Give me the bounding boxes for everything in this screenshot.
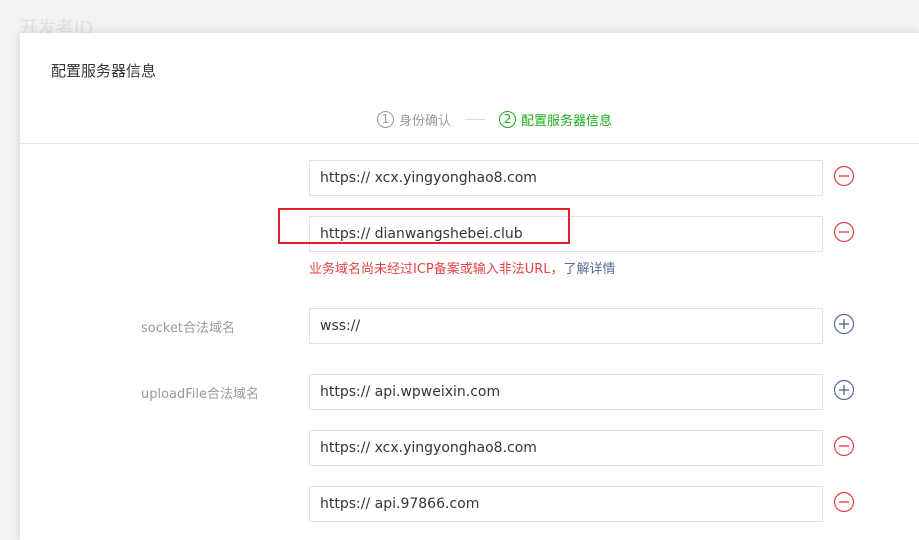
annotation-highlight-box <box>278 208 570 244</box>
plus-circle-icon <box>833 379 855 401</box>
socket-domain-value: wss:// <box>320 318 361 334</box>
remove-upload-domain-button-2[interactable] <box>833 435 855 457</box>
error-message-text: 业务域名尚未经过ICP备案或输入非法URL， <box>309 262 564 277</box>
upload-domain-value-3: https:// api.97866.com <box>320 496 480 512</box>
upload-domain-input-3[interactable]: https:// api.97866.com <box>309 486 823 522</box>
remove-domain-button-1[interactable] <box>833 165 855 187</box>
add-upload-domain-button[interactable] <box>833 379 855 401</box>
socket-domain-input[interactable]: wss:// <box>309 308 823 344</box>
header-divider <box>20 143 919 144</box>
upload-domain-value-2: https:// xcx.yingyonghao8.com <box>320 440 537 456</box>
learn-more-link[interactable]: 了解详情 <box>564 262 616 277</box>
minus-circle-icon <box>833 435 855 457</box>
step-identity: 1 身份确认 <box>377 110 451 129</box>
add-socket-domain-button[interactable] <box>833 313 855 335</box>
upload-domain-label: uploadFile合法域名 <box>141 387 260 402</box>
step-label-2: 配置服务器信息 <box>521 113 613 129</box>
upload-domain-input-1[interactable]: https:// api.wpweixin.com <box>309 374 823 410</box>
request-domain-value-1: https:// xcx.yingyonghao8.com <box>320 170 537 186</box>
step-config-server: 2 配置服务器信息 <box>499 110 612 129</box>
minus-circle-icon <box>833 165 855 187</box>
dialog-title: 配置服务器信息 <box>51 62 157 80</box>
upload-domain-value-1: https:// api.wpweixin.com <box>320 384 501 400</box>
step-connector <box>465 118 486 120</box>
upload-domain-input-2[interactable]: https:// xcx.yingyonghao8.com <box>309 430 823 466</box>
step-number-2: 2 <box>499 110 517 128</box>
remove-upload-domain-button-3[interactable] <box>833 491 855 513</box>
socket-domain-label: socket合法域名 <box>141 321 236 336</box>
remove-domain-button-2[interactable] <box>833 221 855 243</box>
minus-circle-icon <box>833 491 855 513</box>
step-indicator: 1 身份确认 2 配置服务器信息 <box>377 108 612 130</box>
step-label-1: 身份确认 <box>399 113 452 129</box>
request-domain-input-1[interactable]: https:// xcx.yingyonghao8.com <box>309 160 823 196</box>
config-server-dialog: 配置服务器信息 1 身份确认 2 配置服务器信息 https:// xcx.yi… <box>20 33 919 540</box>
domain-error-message: 业务域名尚未经过ICP备案或输入非法URL，了解详情 <box>309 258 616 277</box>
minus-circle-icon <box>833 221 855 243</box>
plus-circle-icon <box>833 313 855 335</box>
step-number-1: 1 <box>377 110 394 128</box>
